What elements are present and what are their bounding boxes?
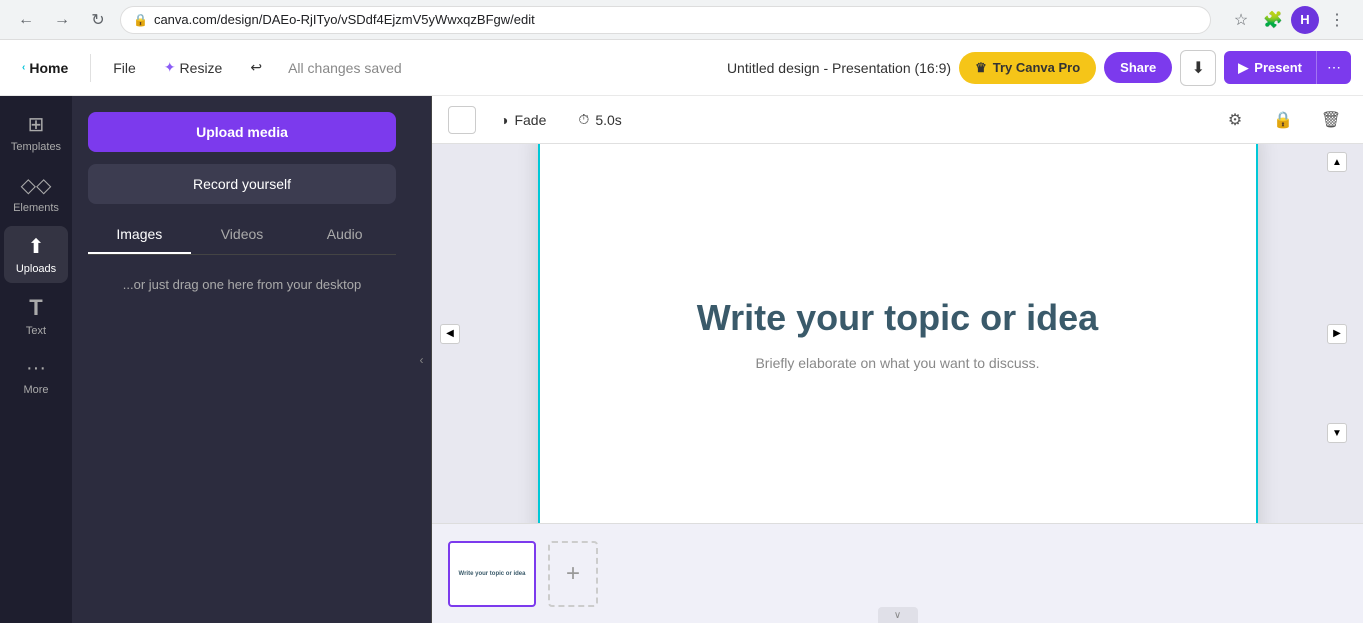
slide-thumbnail-1[interactable]: Write your topic or idea xyxy=(448,541,536,607)
present-more-button[interactable]: ⋯ xyxy=(1317,51,1351,84)
canva-app: ‹ Home File ✦ Resize ↩ All changes saved… xyxy=(0,40,1363,623)
sidebar-item-label: Elements xyxy=(13,202,59,214)
url-text: canva.com/design/DAEo-RjITyo/vSDdf4EjzmV… xyxy=(154,12,535,27)
sidebar-item-label: Text xyxy=(26,325,46,337)
fade-label: Fade xyxy=(514,112,546,128)
canvas-area: ◑ Fade ⏱ 5.0s ⚙ 🔒 🗑 xyxy=(432,96,1363,623)
share-button[interactable]: Share xyxy=(1104,52,1172,83)
time-icon: ⏱ xyxy=(578,111,589,128)
present-group: ▶ Present ⋯ xyxy=(1224,51,1351,84)
header-separator xyxy=(90,54,91,82)
scroll-up-button[interactable]: ▲ xyxy=(1327,152,1347,172)
elements-icon: ◇◇ xyxy=(21,173,52,198)
present-button[interactable]: ▶ Present xyxy=(1224,51,1317,84)
scroll-left-button[interactable]: ◀ xyxy=(440,324,460,344)
try-pro-label: Try Canva Pro xyxy=(993,60,1080,75)
sidebar-item-templates[interactable]: ⊞ Templates xyxy=(4,104,68,161)
saved-status: All changes saved xyxy=(288,60,719,76)
canva-header: ‹ Home File ✦ Resize ↩ All changes saved… xyxy=(0,40,1363,96)
templates-icon: ⊞ xyxy=(28,112,45,137)
record-yourself-button[interactable]: Record yourself xyxy=(88,164,396,204)
lock-icon: 🔒 xyxy=(1273,110,1293,130)
sidebar-icons: ⊞ Templates ◇◇ Elements ⬆ Uploads T Text… xyxy=(0,96,72,623)
expand-timeline-button[interactable]: ∨ xyxy=(878,607,918,623)
sidebar-item-more[interactable]: ··· More xyxy=(4,349,68,404)
tab-videos[interactable]: Videos xyxy=(191,216,294,254)
filter-settings-button[interactable]: ⚙ xyxy=(1219,104,1251,136)
left-panel: Upload media Record yourself Images Vide… xyxy=(72,96,412,623)
time-label: 5.0s xyxy=(595,112,621,128)
undo-button[interactable]: ↩ xyxy=(240,53,272,82)
slide-toolbar: ◑ Fade ⏱ 5.0s ⚙ 🔒 🗑 xyxy=(432,96,1363,144)
browser-actions: ☆ 🧩 H ⋮ xyxy=(1227,6,1351,34)
expand-icon: ∨ xyxy=(894,610,901,621)
sidebar-item-uploads[interactable]: ⬆ Uploads xyxy=(4,226,68,283)
scroll-controls: ▲ xyxy=(1327,152,1347,172)
sidebar-item-text[interactable]: T Text xyxy=(4,287,68,345)
present-label: Present xyxy=(1254,60,1302,75)
slide-subtitle: Briefly elaborate on what you want to di… xyxy=(755,355,1039,371)
slide-canvas-wrapper: ▲ ▼ ↻ Write your topic or idea Briefly e… xyxy=(432,144,1363,523)
delete-icon: 🗑 xyxy=(1321,110,1341,130)
sidebar-item-label: More xyxy=(23,384,48,396)
slide-canvas[interactable]: ↻ Write your topic or idea Briefly elabo… xyxy=(538,144,1258,523)
sidebar-item-elements[interactable]: ◇◇ Elements xyxy=(4,165,68,222)
forward-button[interactable]: → xyxy=(48,6,76,34)
profile-avatar[interactable]: H xyxy=(1291,6,1319,34)
bottom-area: Write your topic or idea + ∨ xyxy=(432,523,1363,623)
lock-button[interactable]: 🔒 xyxy=(1267,104,1299,136)
star-button[interactable]: ☆ xyxy=(1227,6,1255,34)
browser-menu-button[interactable]: ⋮ xyxy=(1323,6,1351,34)
address-bar[interactable]: 🔒 canva.com/design/DAEo-RjITyo/vSDdf4Ejz… xyxy=(120,6,1211,34)
extensions-button[interactable]: 🧩 xyxy=(1259,6,1287,34)
main-area: ⊞ Templates ◇◇ Elements ⬆ Uploads T Text… xyxy=(0,96,1363,623)
filter-icon: ⚙ xyxy=(1228,110,1242,130)
scroll-down-button[interactable]: ▼ xyxy=(1327,423,1347,443)
fade-icon: ◑ xyxy=(500,112,508,128)
media-tabs: Images Videos Audio xyxy=(88,216,396,255)
tab-images[interactable]: Images xyxy=(88,216,191,254)
upload-media-button[interactable]: Upload media xyxy=(88,112,396,152)
color-swatch[interactable] xyxy=(448,106,476,134)
fade-button[interactable]: ◑ Fade xyxy=(492,108,554,132)
crown-icon: ♛ xyxy=(975,60,987,76)
file-button[interactable]: File xyxy=(103,54,146,82)
sidebar-item-label: Uploads xyxy=(16,263,56,275)
tab-audio[interactable]: Audio xyxy=(293,216,396,254)
download-button[interactable]: ⬇ xyxy=(1180,50,1216,86)
delete-button[interactable]: 🗑 xyxy=(1315,104,1347,136)
add-slide-button[interactable]: + xyxy=(548,541,598,607)
more-icon: ··· xyxy=(26,357,46,380)
home-button[interactable]: ‹ Home xyxy=(12,54,78,82)
back-button[interactable]: ← xyxy=(12,6,40,34)
browser-bar: ← → ↻ 🔒 canva.com/design/DAEo-RjITyo/vSD… xyxy=(0,0,1363,40)
design-title: Untitled design - Presentation (16:9) xyxy=(727,60,951,76)
resize-label: Resize xyxy=(180,60,223,76)
slide-main-title: Write your topic or idea xyxy=(697,297,1098,339)
scroll-down-control: ▼ xyxy=(1327,423,1347,444)
lock-icon: 🔒 xyxy=(133,13,148,27)
scroll-right-button[interactable]: ▶ xyxy=(1327,324,1347,344)
drag-hint-text: ...or just drag one here from your deskt… xyxy=(88,275,396,295)
reload-button[interactable]: ↻ xyxy=(84,6,112,34)
slide-thumb-text: Write your topic or idea xyxy=(459,571,526,577)
magic-icon: ✦ xyxy=(164,59,176,76)
sidebar-item-label: Templates xyxy=(11,141,61,153)
resize-button[interactable]: ✦ Resize xyxy=(154,53,233,82)
collapse-icon: ‹ xyxy=(420,353,424,367)
text-icon: T xyxy=(29,295,42,321)
home-label: Home xyxy=(29,60,68,76)
time-button[interactable]: ⏱ 5.0s xyxy=(570,107,629,132)
collapse-panel-button[interactable]: ‹ xyxy=(412,96,432,623)
uploads-icon: ⬆ xyxy=(28,234,45,259)
try-pro-button[interactable]: ♛ Try Canva Pro xyxy=(959,52,1096,84)
home-chevron-icon: ‹ xyxy=(22,62,25,73)
present-icon: ▶ xyxy=(1238,60,1248,76)
